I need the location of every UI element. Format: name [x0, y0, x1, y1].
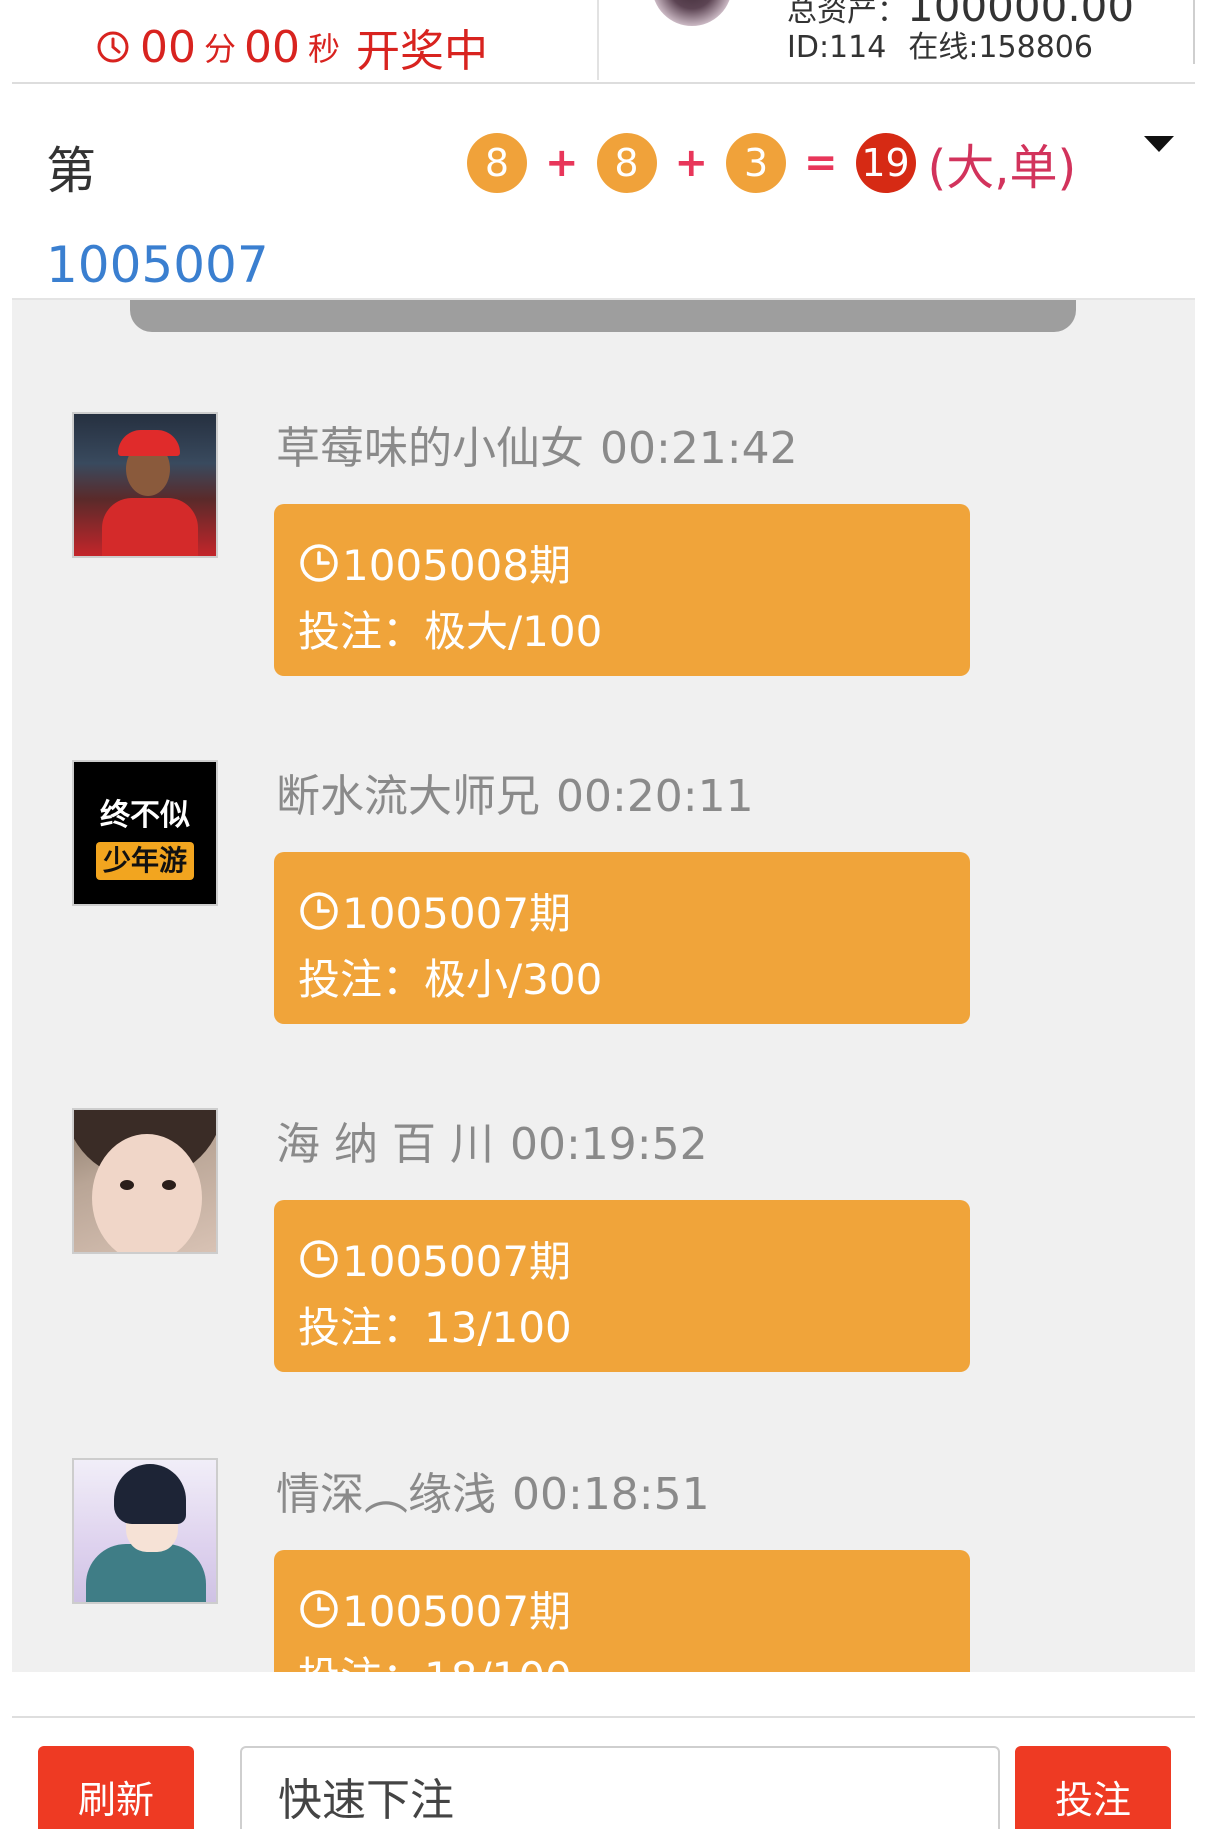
avatar[interactable] [72, 412, 218, 558]
username: 情深︵缘浅 [276, 1469, 496, 1520]
bet-period: 1005008期 [342, 541, 572, 590]
user-id: ID:114 [787, 30, 887, 65]
bet-detail: 投注：极小/300 [298, 955, 603, 1004]
clock-icon [300, 543, 338, 582]
user-id-online: ID:114 在线:158806 [787, 22, 1093, 66]
bubble-period-line: 1005007期 [298, 1578, 571, 1639]
avatar-hair [114, 1464, 186, 1524]
avatar-eye [120, 1180, 134, 1190]
avatar[interactable]: 终不似 少年游 [72, 760, 218, 906]
bet-button[interactable]: 投注 [1015, 1746, 1171, 1829]
bet-period: 1005007期 [342, 1237, 572, 1286]
message-meta: 情深︵缘浅 00:18:51 [276, 1458, 710, 1522]
draw-ball-2: 8 [596, 133, 657, 193]
avatar-hood [86, 1544, 206, 1602]
issue-number: 1005007 [46, 236, 269, 294]
header-divider [597, 0, 599, 80]
message-time: 00:18:51 [512, 1469, 710, 1520]
app-screen: 00 分 00 秒 开奖中 总资产：100000.00 ID:114 在线:158… [0, 0, 1213, 1829]
bubble-period-line: 1005008期 [298, 532, 571, 593]
message-time: 00:21:42 [600, 423, 798, 474]
avatar-face [92, 1134, 202, 1252]
minutes-unit: 分 [204, 30, 237, 68]
draw-ball-1: 8 [467, 133, 527, 193]
avatar-text-line2: 少年游 [96, 842, 194, 880]
avatar[interactable] [72, 1108, 218, 1254]
countdown-minutes: 00 [140, 21, 196, 73]
draw-ball-3: 3 [726, 133, 787, 193]
bubble-period-line: 1005007期 [298, 880, 571, 941]
list-item: 草莓味的小仙女 00:21:42 1005008期 投注：极大/100 [12, 412, 1195, 732]
message-meta: 海 纳 百 川 00:19:52 [276, 1108, 708, 1172]
message-time: 00:19:52 [509, 1119, 708, 1170]
issue-prefix: 第 [46, 142, 96, 200]
top-header: 00 分 00 秒 开奖中 总资产：100000.00 ID:114 在线:158… [12, 0, 1195, 84]
bubble-period-line: 1005007期 [298, 1228, 571, 1289]
list-item: 情深︵缘浅 00:18:51 1005007期 投注：18/100 [12, 1458, 1195, 1672]
username: 海 纳 百 川 [276, 1119, 494, 1170]
bet-period: 1005007期 [342, 889, 572, 938]
username: 断水流大师兄 [276, 771, 540, 822]
bet-bubble[interactable]: 1005007期 投注：18/100 [274, 1550, 970, 1672]
quick-bet-input[interactable] [240, 1746, 1000, 1829]
draw-sum-ball: 19 [855, 133, 916, 193]
clock-icon [300, 891, 338, 930]
plus-sign-1: + [545, 140, 579, 186]
draw-status: 开奖中 [356, 26, 489, 77]
user-avatar[interactable] [652, 0, 732, 26]
plus-sign-2: + [674, 140, 709, 186]
chat-message-list[interactable]: 草莓味的小仙女 00:21:42 1005008期 投注：极大/100 终不似 少… [12, 300, 1195, 1672]
message-meta: 断水流大师兄 00:20:11 [276, 760, 754, 824]
bet-detail: 投注：18/100 [298, 1644, 572, 1672]
list-item: 终不似 少年游 断水流大师兄 00:20:11 1005007期 投注：极小/30… [12, 760, 1195, 1080]
bet-bubble[interactable]: 1005007期 投注：极小/300 [274, 852, 970, 1024]
notice-bar [130, 300, 1076, 332]
bet-bubble[interactable]: 1005007期 投注：13/100 [274, 1200, 970, 1372]
clock-icon [97, 31, 129, 63]
message-time: 00:20:11 [556, 771, 754, 822]
countdown-seconds: 00 [244, 21, 301, 73]
clock-icon [300, 1589, 338, 1628]
equals-sign: = [804, 140, 838, 186]
caret-down-icon[interactable] [1144, 136, 1174, 152]
avatar[interactable] [72, 1458, 218, 1604]
draw-formula: 8 + 8 + 3 = 19 (大,单) [467, 130, 1076, 196]
online-count: 在线:158806 [908, 30, 1093, 65]
clock-icon [300, 1239, 338, 1278]
avatar-eye [162, 1180, 176, 1190]
username: 草莓味的小仙女 [276, 423, 584, 474]
draw-countdown: 00 分 00 秒 开奖中 [96, 14, 488, 80]
seconds-unit: 秒 [308, 30, 341, 68]
avatar-text-line1: 终不似 [100, 798, 190, 833]
avatar-body [102, 498, 198, 556]
list-item: 海 纳 百 川 00:19:52 1005007期 投注：13/100 [12, 1108, 1195, 1428]
refresh-button[interactable]: 刷新 [38, 1746, 194, 1829]
bet-period: 1005007期 [342, 1587, 572, 1636]
draw-result-row[interactable]: 第1005007期 8 + 8 + 3 = 19 (大,单) [12, 84, 1195, 388]
header-right-edge [1193, 0, 1195, 64]
draw-result-tags: (大,单) [927, 140, 1077, 196]
avatar-cap [118, 430, 180, 456]
bet-detail: 投注：极大/100 [298, 607, 603, 656]
bottom-action-bar: 刷新 投注 [12, 1716, 1195, 1829]
bet-detail: 投注：13/100 [298, 1303, 572, 1352]
message-meta: 草莓味的小仙女 00:21:42 [276, 412, 798, 476]
bet-bubble[interactable]: 1005008期 投注：极大/100 [274, 504, 970, 676]
